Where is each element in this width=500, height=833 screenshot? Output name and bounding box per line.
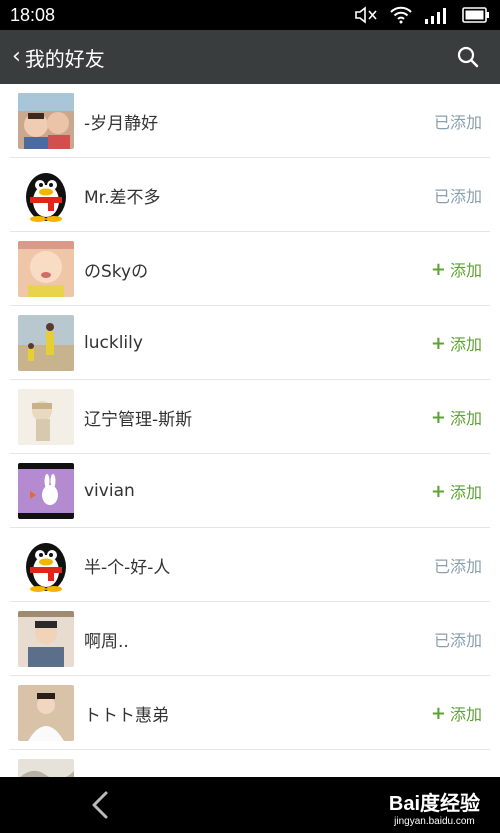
signal-icon	[425, 8, 446, 24]
avatar	[18, 241, 74, 297]
avatar	[18, 93, 74, 149]
add-button[interactable]: + 添加	[431, 331, 482, 355]
avatar	[18, 167, 74, 223]
added-label: 已添加	[434, 183, 482, 207]
avatar	[18, 685, 74, 741]
plus-icon: +	[430, 258, 446, 280]
friend-name: -岁月静好	[84, 113, 159, 134]
avatar	[18, 389, 74, 445]
page-title: 我的好友	[24, 46, 105, 71]
plus-icon: +	[430, 332, 446, 354]
search-icon	[457, 46, 479, 68]
watermark-url: jingyan.baidu.com	[394, 816, 475, 827]
app-header: ‹ 我的好友	[0, 30, 500, 84]
friend-name: のSkyの	[84, 261, 149, 282]
avatar	[18, 537, 74, 593]
friend-row-partial[interactable]	[0, 750, 500, 777]
add-button[interactable]: + 添加	[431, 701, 482, 725]
friend-row[interactable]: トトト惠弟 + 添加	[0, 676, 500, 750]
added-label: 已添加	[434, 553, 482, 577]
action-text: 添加	[449, 409, 482, 428]
friend-list: -岁月静好 已添加 Mr.差不多 已添加 のSkyの + 添加 lucklily …	[0, 84, 500, 777]
friend-row[interactable]: vivian + 添加	[0, 454, 500, 528]
back-icon[interactable]: ‹	[12, 46, 21, 68]
avatar	[18, 315, 74, 371]
add-button[interactable]: + 添加	[431, 479, 482, 503]
friend-row[interactable]: のSkyの + 添加	[0, 232, 500, 306]
friend-name: 半-个-好-人	[84, 557, 171, 578]
friend-name: vivian	[84, 481, 135, 501]
status-icons	[354, 5, 490, 25]
added-label: 已添加	[434, 109, 482, 133]
action-text: 添加	[449, 483, 482, 502]
friend-name: 啊周..	[84, 631, 129, 652]
search-button[interactable]	[448, 37, 488, 77]
battery-icon	[462, 7, 489, 23]
friend-name: 辽宁管理-斯斯	[84, 409, 193, 430]
plus-icon: +	[430, 406, 446, 428]
add-button[interactable]: + 添加	[431, 405, 482, 429]
avatar	[18, 463, 74, 519]
mute-icon	[355, 6, 377, 24]
friend-name: Mr.差不多	[84, 187, 161, 208]
watermark-logo: Bai度经验	[388, 793, 480, 815]
friend-row[interactable]: 辽宁管理-斯斯 + 添加	[0, 380, 500, 454]
add-button[interactable]: + 添加	[431, 257, 482, 281]
friend-row[interactable]: Mr.差不多 已添加	[0, 158, 500, 232]
action-text: 添加	[449, 335, 482, 354]
status-time: 18:08	[10, 4, 56, 25]
plus-icon: +	[430, 702, 446, 724]
wifi-icon	[390, 6, 412, 24]
action-text: 添加	[449, 261, 482, 280]
nav-back-icon[interactable]	[90, 790, 110, 820]
action-text: 添加	[449, 705, 482, 724]
friend-row[interactable]: 半-个-好-人 已添加	[0, 528, 500, 602]
friend-row[interactable]: 啊周.. 已添加	[0, 602, 500, 676]
avatar	[18, 611, 74, 667]
status-bar: 18:08	[0, 0, 500, 30]
friend-row[interactable]: lucklily + 添加	[0, 306, 500, 380]
action-text: 已添加	[433, 113, 482, 132]
friend-row[interactable]: -岁月静好 已添加	[0, 84, 500, 158]
plus-icon: +	[430, 480, 446, 502]
avatar	[18, 759, 74, 777]
friend-name: トトト惠弟	[84, 705, 169, 726]
action-text: 已添加	[433, 187, 482, 206]
watermark: Bai度经验 jingyan.baidu.com	[389, 787, 480, 827]
action-text: 已添加	[433, 631, 482, 650]
added-label: 已添加	[434, 627, 482, 651]
friend-name: lucklily	[84, 333, 143, 353]
action-text: 已添加	[433, 557, 482, 576]
